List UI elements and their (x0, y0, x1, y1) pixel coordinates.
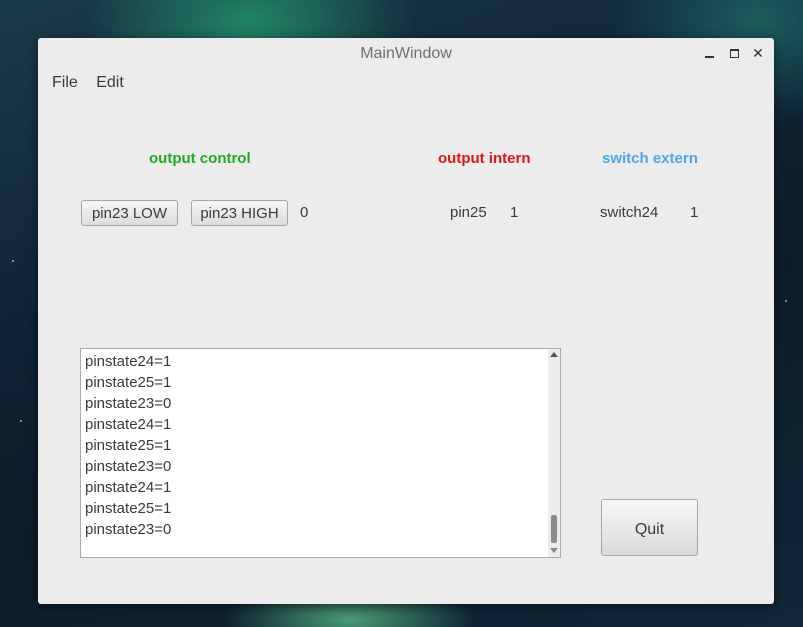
maximize-button[interactable] (725, 44, 743, 62)
output-control-heading: output control (149, 150, 251, 167)
star (12, 260, 14, 262)
star (785, 300, 787, 302)
log-lines: pinstate24=1 pinstate25=1 pinstate23=0 p… (85, 351, 545, 540)
pin25-label: pin25 (450, 204, 487, 221)
log-line: pinstate25=1 (85, 374, 172, 391)
maximize-icon (730, 49, 739, 58)
scroll-up-arrow-icon[interactable] (550, 352, 558, 357)
log-line: pinstate25=1 (85, 500, 172, 517)
log-line: pinstate23=0 (85, 521, 172, 538)
log-line: pinstate23=0 (85, 395, 172, 412)
scroll-down-arrow-icon[interactable] (550, 548, 558, 553)
pin23-low-button[interactable]: pin23 LOW (81, 200, 178, 226)
star (20, 420, 22, 422)
pin23-high-button[interactable]: pin23 HIGH (191, 200, 288, 226)
minimize-button[interactable] (701, 44, 719, 62)
scrollbar-thumb[interactable] (551, 515, 557, 543)
log-textarea[interactable]: pinstate24=1 pinstate25=1 pinstate23=0 p… (80, 348, 561, 558)
log-line: pinstate24=1 (85, 353, 172, 370)
main-window: MainWindow ✕ File Edit output control ou… (38, 38, 774, 604)
close-icon: ✕ (752, 45, 764, 61)
switch-extern-heading: switch extern (602, 150, 698, 167)
menu-edit[interactable]: Edit (96, 72, 124, 94)
pin25-value: 1 (510, 204, 519, 221)
log-line: pinstate24=1 (85, 479, 172, 496)
window-title: MainWindow (360, 45, 452, 62)
minimize-icon (705, 56, 714, 58)
output-value: 0 (300, 204, 309, 221)
menu-file[interactable]: File (52, 72, 78, 94)
log-scrollbar[interactable] (548, 349, 560, 557)
log-line: pinstate24=1 (85, 416, 172, 433)
switch24-value: 1 (690, 204, 699, 221)
output-intern-heading: output intern (438, 150, 531, 167)
title-bar[interactable]: MainWindow ✕ (38, 38, 774, 70)
quit-button[interactable]: Quit (601, 499, 698, 556)
log-line: pinstate23=0 (85, 458, 172, 475)
log-line: pinstate25=1 (85, 437, 172, 454)
switch24-label: switch24 (600, 204, 659, 221)
menu-bar: File Edit (52, 72, 138, 94)
close-button[interactable]: ✕ (749, 44, 767, 62)
